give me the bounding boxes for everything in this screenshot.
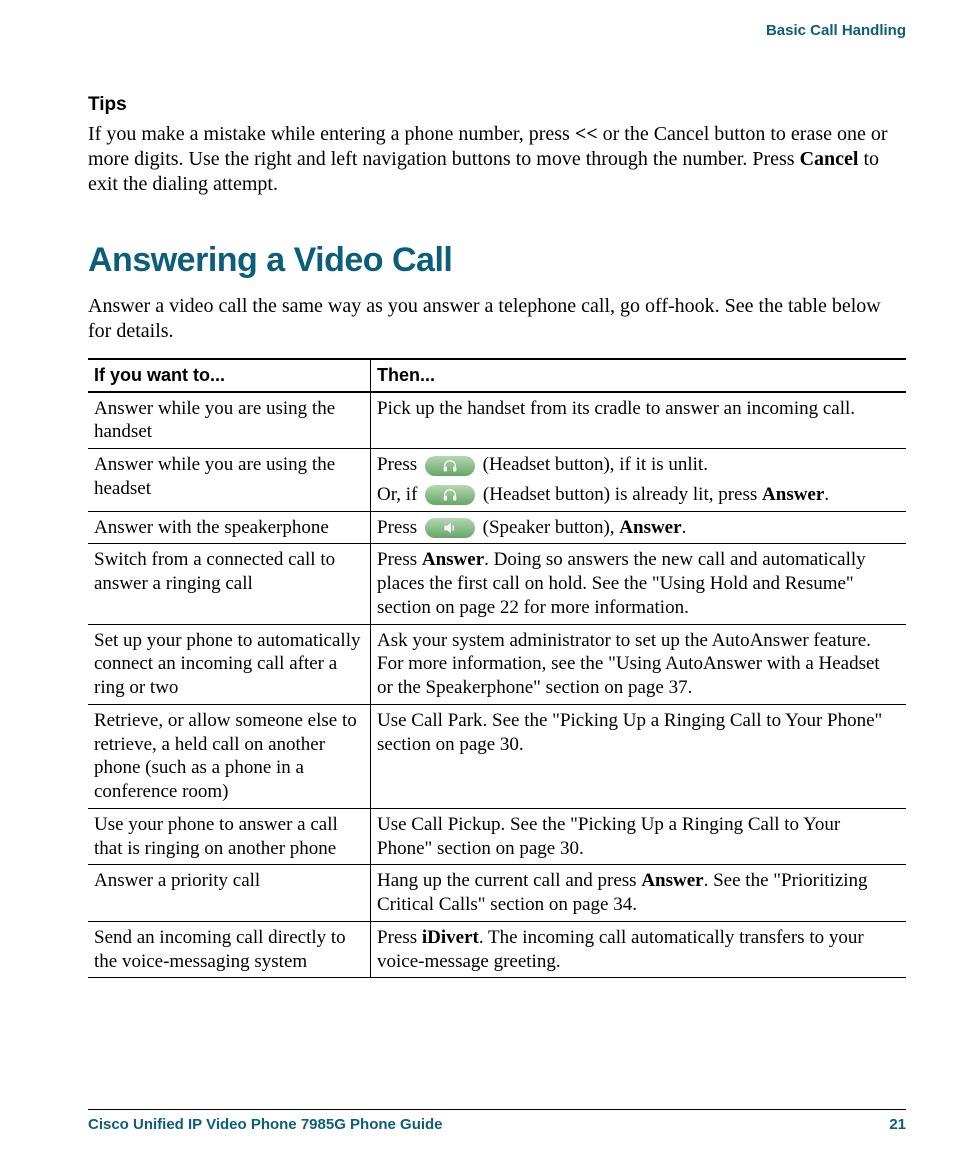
idivert-label: iDivert: [422, 927, 479, 948]
want-cell: Switch from a connected call to answer a…: [88, 544, 371, 624]
then-cell: Press Answer. Doing so answers the new c…: [371, 544, 907, 624]
tips-text: If you make a mistake while entering a p…: [88, 123, 575, 145]
cancel-label: Cancel: [800, 148, 859, 170]
want-cell: Answer while you are using the handset: [88, 392, 371, 449]
section-intro: Answer a video call the same way as you …: [88, 294, 906, 344]
running-header: Basic Call Handling: [88, 22, 906, 39]
table-row: Answer a priority call Hang up the curre…: [88, 865, 906, 922]
tips-body: If you make a mistake while entering a p…: [88, 122, 906, 197]
table-row: Answer while you are using the handset P…: [88, 392, 906, 449]
page-number: 21: [889, 1116, 906, 1133]
table-row: Retrieve, or allow someone else to retri…: [88, 704, 906, 808]
text: .: [824, 484, 829, 505]
page-footer: Cisco Unified IP Video Phone 7985G Phone…: [88, 1109, 906, 1133]
text: (Speaker button),: [483, 517, 620, 538]
table-row: Send an incoming call directly to the vo…: [88, 921, 906, 978]
text: .: [682, 517, 687, 538]
then-cell: Press (Headset button), if it is unlit. …: [371, 449, 907, 512]
want-cell: Answer with the speakerphone: [88, 511, 371, 544]
text: (Headset button) is already lit, press: [483, 484, 762, 505]
then-cell: Press (Speaker button), Answer.: [371, 511, 907, 544]
text: Press: [377, 927, 422, 948]
text: Press: [377, 454, 422, 475]
headset-button-icon: [425, 456, 475, 476]
want-cell: Answer while you are using the headset: [88, 449, 371, 512]
then-cell: Hang up the current call and press Answe…: [371, 865, 907, 922]
section-title: Answering a Video Call: [88, 241, 906, 280]
col-header-want: If you want to...: [88, 359, 371, 392]
line: Press (Headset button), if it is unlit.: [377, 453, 900, 477]
then-cell: Press iDivert. The incoming call automat…: [371, 921, 907, 978]
table-row: Switch from a connected call to answer a…: [88, 544, 906, 624]
text: Press: [377, 549, 422, 570]
answer-label: Answer: [619, 517, 681, 538]
instructions-table: If you want to... Then... Answer while y…: [88, 358, 906, 978]
table-row: Set up your phone to automatically conne…: [88, 624, 906, 704]
then-cell: Use Call Pickup. See the "Picking Up a R…: [371, 808, 907, 865]
want-cell: Use your phone to answer a call that is …: [88, 808, 371, 865]
then-cell: Ask your system administrator to set up …: [371, 624, 907, 704]
text: Hang up the current call and press: [377, 870, 641, 891]
col-header-then: Then...: [371, 359, 907, 392]
speaker-button-icon: [425, 518, 475, 538]
table-row: Answer with the speakerphone Press (Spea…: [88, 511, 906, 544]
answer-label: Answer: [762, 484, 824, 505]
table-row: Answer while you are using the headset P…: [88, 449, 906, 512]
headset-button-icon: [425, 485, 475, 505]
want-cell: Set up your phone to automatically conne…: [88, 624, 371, 704]
answer-label: Answer: [422, 549, 484, 570]
table-row: Use your phone to answer a call that is …: [88, 808, 906, 865]
want-cell: Send an incoming call directly to the vo…: [88, 921, 371, 978]
footer-title: Cisco Unified IP Video Phone 7985G Phone…: [88, 1116, 443, 1133]
text: (Headset button), if it is unlit.: [483, 454, 708, 475]
then-cell: Use Call Park. See the "Picking Up a Rin…: [371, 704, 907, 808]
answer-label: Answer: [641, 870, 703, 891]
text: Or, if: [377, 484, 422, 505]
then-cell: Pick up the handset from its cradle to a…: [371, 392, 907, 449]
line: Or, if (Headset button) is already lit, …: [377, 483, 900, 507]
tips-heading: Tips: [88, 94, 906, 116]
text: Press: [377, 517, 422, 538]
erase-glyph: <<: [575, 123, 598, 145]
want-cell: Answer a priority call: [88, 865, 371, 922]
want-cell: Retrieve, or allow someone else to retri…: [88, 704, 371, 808]
